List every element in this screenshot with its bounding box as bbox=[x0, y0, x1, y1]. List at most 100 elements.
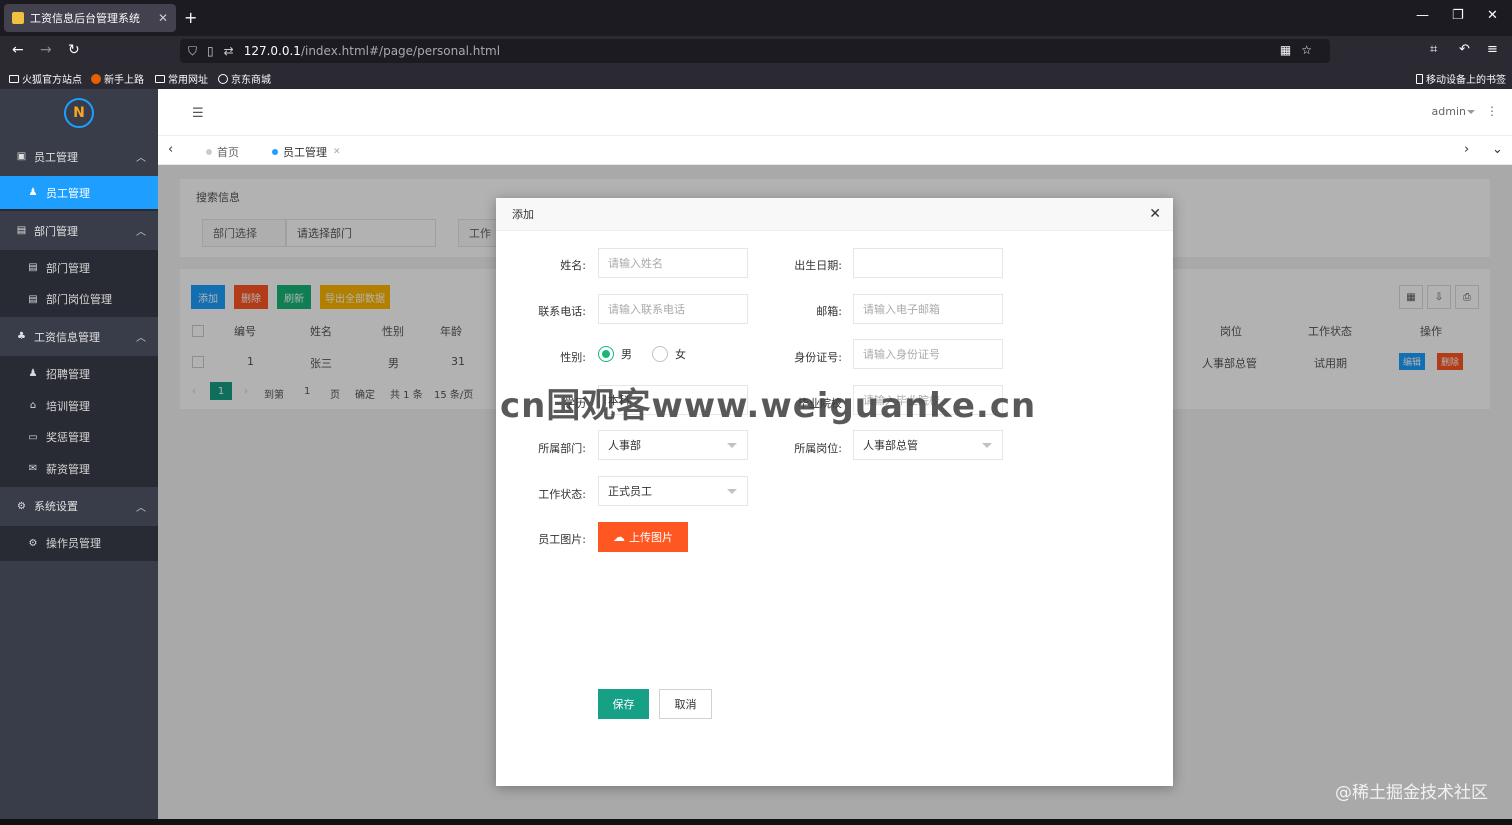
undo-icon[interactable]: ↶ bbox=[1459, 42, 1470, 57]
radio-checked-icon bbox=[598, 346, 614, 362]
sidebar-item-payroll[interactable]: ✉ 薪资管理 bbox=[0, 453, 158, 485]
menu-group-department[interactable]: ▤ 部门管理 ︿ bbox=[0, 211, 158, 250]
radio-unchecked-icon bbox=[652, 346, 668, 362]
tabs-right-icon[interactable]: › bbox=[1464, 142, 1469, 157]
add-modal: 添加 ✕ 姓名: 请输入姓名 出生日期: 联系电话: 请输入联系电话 邮箱: 请… bbox=[496, 198, 1173, 786]
folder-icon bbox=[155, 74, 165, 83]
phone-label: 联系电话: bbox=[538, 305, 586, 318]
sidebar-item-department-post[interactable]: ▤ 部门岗位管理 bbox=[0, 284, 158, 316]
browser-tab[interactable]: 工资信息后台管理系统 ✕ bbox=[4, 4, 176, 32]
user-add-icon: ♟ bbox=[28, 368, 38, 380]
idcard-input[interactable]: 请输入身份证号 bbox=[853, 339, 1003, 369]
table-icon: ▤ bbox=[28, 293, 38, 305]
close-icon[interactable]: ✕ bbox=[333, 147, 341, 157]
name-input[interactable]: 请输入姓名 bbox=[598, 248, 748, 278]
tabs-left-icon[interactable]: ‹ bbox=[168, 142, 173, 157]
close-icon[interactable]: ✕ bbox=[1149, 206, 1161, 222]
chevron-up-icon: ︿ bbox=[136, 153, 146, 164]
chevron-up-icon: ︿ bbox=[136, 227, 146, 238]
envelope-icon: ✉ bbox=[28, 463, 38, 475]
modal-header: 添加 ✕ bbox=[496, 198, 1173, 231]
url-path: /index.html#/page/personal.html bbox=[300, 44, 501, 58]
submenu-settings: ⚙ 操作员管理 bbox=[0, 525, 158, 562]
tab-dot bbox=[272, 149, 278, 155]
globe-icon bbox=[218, 73, 228, 84]
save-button[interactable]: 保存 bbox=[598, 689, 649, 719]
sidebar-item-department[interactable]: ▤ 部门管理 bbox=[0, 252, 158, 284]
gears-icon: ⚙ bbox=[17, 500, 26, 512]
caret-down-icon bbox=[1467, 110, 1475, 114]
minimize-icon[interactable]: — bbox=[1416, 8, 1429, 23]
forward-icon[interactable]: → bbox=[40, 42, 52, 58]
dept-select[interactable]: 人事部 bbox=[598, 430, 748, 460]
taskbar bbox=[0, 819, 1512, 825]
submenu-department: ▤ 部门管理 ▤ 部门岗位管理 bbox=[0, 250, 158, 318]
address-bar[interactable]: ⛉ ▯ ⇄ 127.0.0.1/index.html#/page/persona… bbox=[180, 39, 1330, 63]
sidebar-item-employee[interactable]: ♟ 员工管理 bbox=[0, 176, 158, 209]
logo: N bbox=[0, 89, 158, 137]
monitor-icon: ▭ bbox=[28, 431, 38, 443]
window-close-icon[interactable]: ✕ bbox=[1487, 8, 1498, 23]
gender-male-radio[interactable]: 男 bbox=[598, 346, 632, 362]
watermark: cn国观客www.weiguanke.cn bbox=[500, 386, 1037, 426]
users-icon: ♣ bbox=[17, 331, 26, 343]
birth-label: 出生日期: bbox=[794, 259, 842, 272]
favicon-icon bbox=[12, 12, 24, 24]
caret-down-icon bbox=[982, 443, 992, 448]
tabs-menu-icon[interactable]: ⌄ bbox=[1492, 142, 1503, 157]
browser-navbar: ← → ↻ ⛉ ▯ ⇄ 127.0.0.1/index.html#/page/p… bbox=[0, 36, 1512, 66]
screenshot-icon[interactable]: ⌗ bbox=[1430, 42, 1437, 57]
gender-female-radio[interactable]: 女 bbox=[652, 346, 686, 362]
table-icon: ▤ bbox=[28, 262, 38, 274]
post-label: 所属岗位: bbox=[794, 442, 842, 455]
status-label: 工作状态: bbox=[538, 488, 586, 501]
bookmark-item[interactable]: 常用网址 bbox=[155, 71, 208, 86]
photo-label: 员工图片: bbox=[538, 533, 586, 546]
hamburger-icon[interactable]: ☰ bbox=[192, 106, 204, 121]
tab-employee[interactable]: 员工管理 ✕ bbox=[272, 144, 341, 160]
chevron-up-icon: ︿ bbox=[136, 502, 146, 514]
submenu-salary: ♟ 招聘管理 ⌂ 培训管理 ▭ 奖惩管理 ✉ 薪资管理 bbox=[0, 356, 158, 487]
mobile-bookmarks[interactable]: 移动设备上的书签 bbox=[1416, 71, 1506, 86]
cancel-button[interactable]: 取消 bbox=[659, 689, 712, 719]
building-icon: ▤ bbox=[16, 225, 27, 236]
birth-date-input[interactable] bbox=[853, 248, 1003, 278]
folder-icon bbox=[9, 74, 19, 83]
reload-icon[interactable]: ↻ bbox=[68, 42, 80, 58]
menu-group-salary[interactable]: ♣ 工资信息管理 ︿ bbox=[0, 317, 158, 357]
idcard-label: 身份证号: bbox=[794, 351, 842, 364]
back-icon[interactable]: ← bbox=[12, 42, 24, 58]
user-menu[interactable]: admin bbox=[1432, 105, 1466, 118]
qr-bookmark-icons[interactable]: ▦☆ bbox=[1280, 43, 1322, 57]
restore-icon[interactable]: ❐ bbox=[1452, 8, 1464, 23]
status-select[interactable]: 正式员工 bbox=[598, 476, 748, 506]
sidebar-item-training[interactable]: ⌂ 培训管理 bbox=[0, 390, 158, 422]
submenu-employee: ♟ 员工管理 bbox=[0, 176, 158, 211]
close-tab-icon[interactable]: ✕ bbox=[158, 11, 168, 25]
email-label: 邮箱: bbox=[816, 305, 842, 318]
caret-down-icon bbox=[727, 443, 737, 448]
phone-input[interactable]: 请输入联系电话 bbox=[598, 294, 748, 324]
sidebar-item-reward[interactable]: ▭ 奖惩管理 bbox=[0, 421, 158, 453]
bookmark-item[interactable]: 京东商城 bbox=[218, 71, 271, 86]
bookmark-item[interactable]: 新手上路 bbox=[91, 71, 144, 86]
chevron-up-icon: ︿ bbox=[136, 333, 146, 345]
sidebar-item-operator[interactable]: ⚙ 操作员管理 bbox=[0, 528, 158, 560]
tab-home[interactable]: 首页 bbox=[206, 144, 239, 160]
email-input[interactable]: 请输入电子邮箱 bbox=[853, 294, 1003, 324]
post-select[interactable]: 人事部总管 bbox=[853, 430, 1003, 460]
menu-icon[interactable]: ≡ bbox=[1487, 42, 1498, 57]
id-card-icon: ▣ bbox=[16, 151, 27, 162]
bookmark-item[interactable]: 火狐官方站点 bbox=[9, 71, 82, 86]
phone-icon bbox=[1416, 73, 1423, 84]
menu-group-settings[interactable]: ⚙ 系统设置 ︿ bbox=[0, 486, 158, 526]
page-tabs: ‹ 首页 员工管理 ✕ › ⌄ bbox=[158, 136, 1512, 165]
more-vertical-icon[interactable]: ⋮ bbox=[1486, 104, 1498, 118]
permissions-icon: ⇄ bbox=[223, 44, 234, 58]
menu-group-employee[interactable]: ▣ 员工管理 ︿ bbox=[0, 137, 158, 176]
sidebar-item-recruit[interactable]: ♟ 招聘管理 bbox=[0, 358, 158, 390]
new-tab-icon[interactable]: + bbox=[184, 8, 197, 27]
dept-label: 所属部门: bbox=[538, 442, 586, 455]
gear-icon: ⚙ bbox=[28, 537, 38, 549]
upload-button[interactable]: ☁ 上传图片 bbox=[598, 522, 688, 552]
